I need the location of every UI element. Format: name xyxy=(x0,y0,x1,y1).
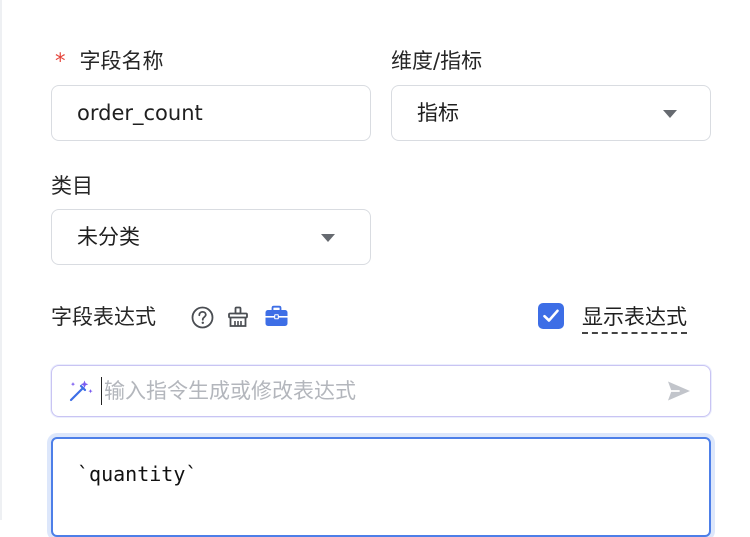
dimension-metric-selected: 指标 xyxy=(417,101,459,125)
expression-editor-value: `quantity` xyxy=(77,462,198,486)
magic-wand-icon xyxy=(69,380,93,402)
field-name-label-text: 字段名称 xyxy=(79,49,164,73)
ai-prompt-placeholder: 输入指令生成或修改表达式 xyxy=(104,379,356,403)
expression-label: 字段表达式 xyxy=(51,305,156,329)
broom-icon[interactable] xyxy=(226,305,250,329)
toolbox-icon[interactable] xyxy=(264,305,289,328)
panel-edge xyxy=(0,0,2,520)
help-icon[interactable] xyxy=(191,306,214,329)
text-cursor xyxy=(101,377,102,405)
dimension-metric-select[interactable]: 指标 xyxy=(391,85,711,141)
field-name-label: * 字段名称 xyxy=(55,47,164,75)
send-icon[interactable] xyxy=(666,379,692,403)
dimension-metric-label: 维度/指标 xyxy=(391,49,483,73)
field-name-value: order_count xyxy=(77,101,203,125)
category-label: 类目 xyxy=(51,174,93,198)
chevron-down-icon xyxy=(321,234,335,242)
check-icon xyxy=(543,309,559,322)
field-name-input[interactable]: order_count xyxy=(51,85,371,141)
show-expression-checkbox[interactable] xyxy=(538,303,564,329)
show-expression-label[interactable]: 显示表达式 xyxy=(582,303,687,334)
chevron-down-icon xyxy=(663,110,677,118)
category-select[interactable]: 未分类 xyxy=(51,209,371,265)
expression-editor[interactable]: `quantity` xyxy=(51,437,711,537)
category-selected: 未分类 xyxy=(77,225,140,249)
required-mark: * xyxy=(55,49,66,73)
